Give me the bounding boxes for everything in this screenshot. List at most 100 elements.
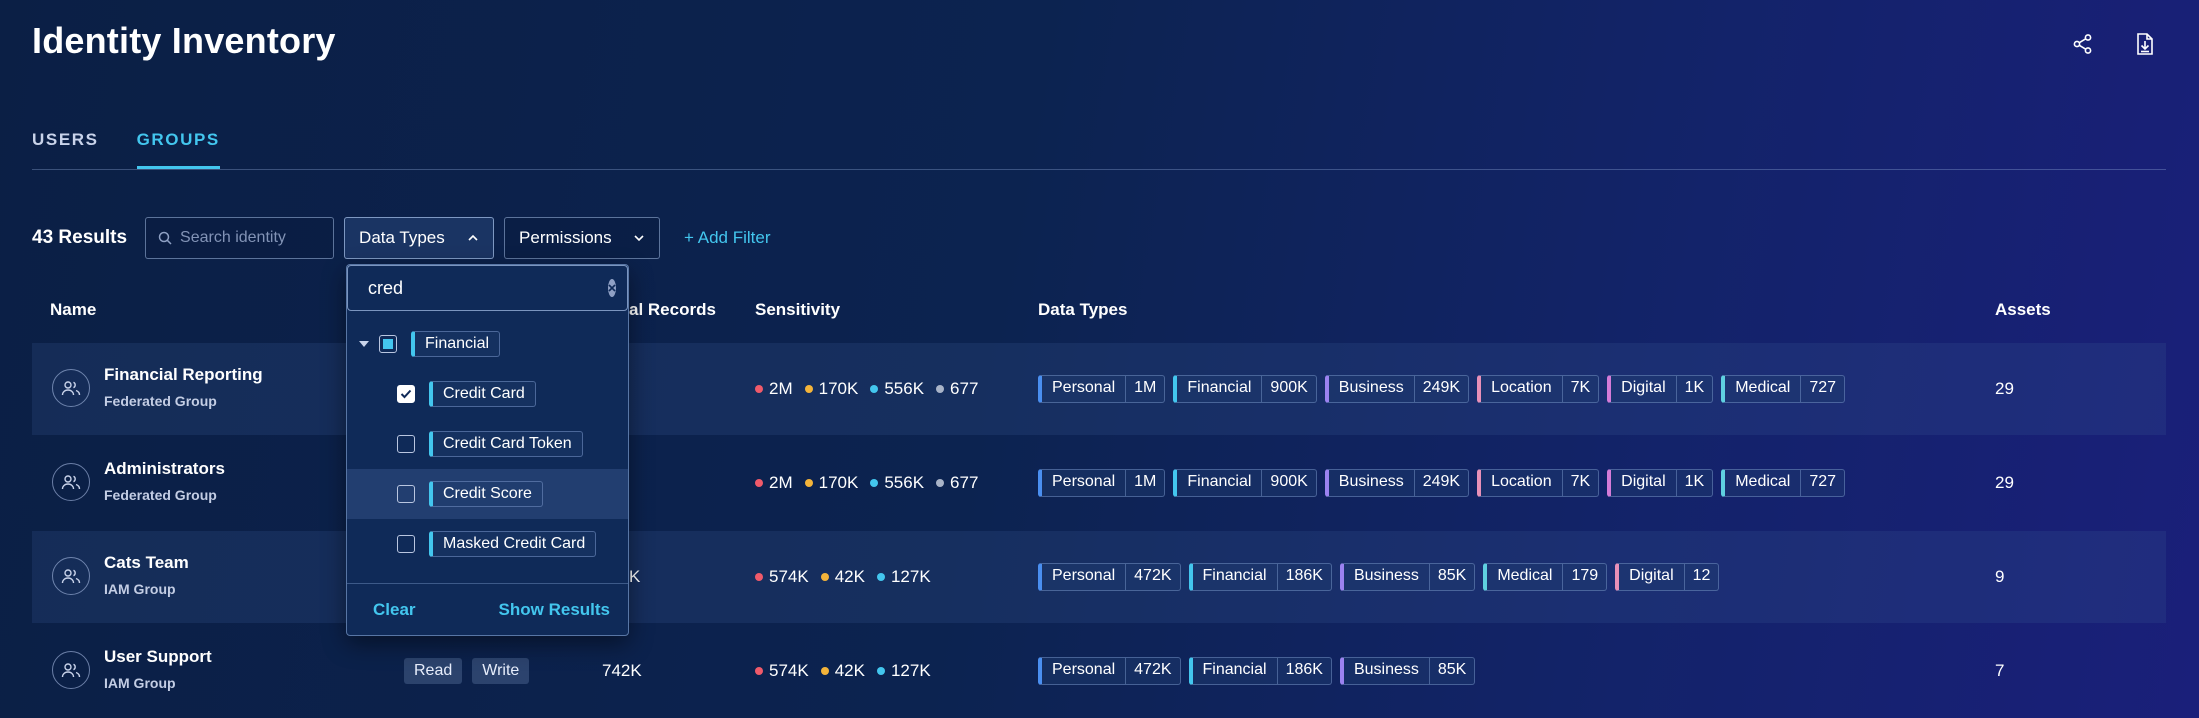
sensitivity-item: 556K: [870, 379, 924, 399]
page-title: Identity Inventory: [32, 20, 336, 61]
data-type-tag[interactable]: Digital 1K: [1607, 469, 1714, 497]
data-type-tag[interactable]: Business 85K: [1339, 563, 1476, 591]
sensitivity-dot-icon: [804, 479, 813, 487]
check-icon: [400, 389, 412, 399]
data-type-label: Digital: [1621, 379, 1666, 396]
data-type-label: Business: [1338, 379, 1404, 396]
data-type-tag[interactable]: Business 249K: [1324, 469, 1470, 497]
sensitivity-dot-icon: [755, 667, 763, 675]
sensitivity-item: 170K: [804, 473, 859, 493]
data-type-tag[interactable]: Personal 472K: [1038, 657, 1181, 685]
sensitivity-item: 2M: [755, 473, 793, 493]
data-type-tag[interactable]: Financial 186K: [1188, 657, 1332, 685]
total-records: K: [629, 567, 641, 586]
option-credit-card[interactable]: Credit Card: [347, 369, 628, 419]
data-type-tag[interactable]: Location 7K: [1477, 469, 1600, 497]
data-type-tag[interactable]: Business 85K: [1339, 657, 1476, 685]
sensitivity-item: 677: [936, 379, 978, 399]
data-type-tag[interactable]: Medical 727: [1721, 469, 1846, 497]
data-type-count: 85K: [1428, 658, 1474, 684]
panel-search-input[interactable]: [368, 277, 600, 299]
data-type-count: 186K: [1276, 564, 1331, 590]
group-name[interactable]: User Support: [104, 647, 212, 667]
data-type-tag[interactable]: Personal 1M: [1038, 375, 1166, 403]
option-masked-credit-card[interactable]: Masked Credit Card: [347, 519, 628, 569]
data-type-tag[interactable]: Personal 472K: [1038, 563, 1181, 591]
chevron-up-icon: [468, 234, 478, 241]
option-credit-score[interactable]: Credit Score: [347, 469, 628, 519]
sensitivity-dot-icon: [870, 385, 879, 393]
option-label: Masked Credit Card: [429, 531, 597, 557]
column-header-name[interactable]: Name: [50, 300, 96, 320]
sensitivity-item: 2M: [755, 379, 793, 399]
group-icon: [52, 369, 90, 407]
option-checkbox[interactable]: [397, 385, 415, 403]
sensitivity-item: 556K: [870, 473, 924, 493]
data-type-tags: Personal 1M Financial 900K Business 249K Locat…: [1038, 469, 1846, 497]
data-type-tag[interactable]: Business 249K: [1324, 375, 1470, 403]
sensitivity-value: 170K: [818, 473, 859, 492]
data-type-tag[interactable]: Medical 179: [1483, 563, 1608, 591]
data-type-tag[interactable]: Personal 1M: [1038, 469, 1166, 497]
clear-search-icon[interactable]: [608, 279, 616, 297]
option-label: Credit Card: [429, 381, 536, 407]
option-checkbox[interactable]: [397, 435, 415, 453]
option-checkbox[interactable]: [397, 535, 415, 553]
permissions-dropdown[interactable]: Permissions: [504, 217, 661, 259]
sensitivity-item: 42K: [820, 661, 865, 681]
panel-search-box[interactable]: [347, 265, 628, 311]
option-credit-card-token[interactable]: Credit Card Token: [347, 419, 628, 469]
data-type-label: Location: [1491, 379, 1552, 396]
data-type-count: 900K: [1261, 470, 1315, 496]
data-type-tag[interactable]: Financial 186K: [1188, 563, 1332, 591]
clear-button[interactable]: Clear: [373, 600, 416, 620]
data-type-tag[interactable]: Digital 1K: [1607, 375, 1714, 403]
add-filter-button[interactable]: + Add Filter: [684, 228, 770, 248]
option-group-financial[interactable]: Financial: [347, 319, 628, 369]
total-records: 742K: [602, 661, 642, 680]
group-icon: [52, 463, 90, 501]
column-header-data-types[interactable]: Data Types: [1038, 300, 1127, 320]
page: Identity Inventory USERS GROUPS 43 Resul…: [0, 0, 2199, 718]
data-types-dropdown[interactable]: Data Types: [344, 217, 495, 259]
option-checkbox[interactable]: [397, 485, 415, 503]
group-checkbox[interactable]: [379, 335, 397, 353]
data-type-tag[interactable]: Medical 727: [1721, 375, 1846, 403]
table-row[interactable]: User Support IAM Group Read Write 742K 574K 42…: [32, 625, 2166, 717]
data-type-label: Personal: [1052, 379, 1116, 396]
group-icon: [52, 557, 90, 595]
column-header-records[interactable]: al Records: [629, 300, 716, 320]
sensitivity-item: 127K: [876, 661, 931, 681]
data-type-count: 1K: [1675, 470, 1713, 496]
data-type-tag[interactable]: Digital 12: [1615, 563, 1720, 591]
group-type: Federated Group: [104, 487, 217, 503]
tab-users[interactable]: USERS: [32, 130, 99, 169]
search-input[interactable]: [180, 229, 321, 247]
data-type-label: Business: [1353, 567, 1419, 584]
filter-bar: 43 Results Data Types Permissions + Add …: [32, 217, 771, 259]
search-box[interactable]: [145, 217, 335, 259]
data-type-label: Digital: [1629, 567, 1674, 584]
data-type-count: 7K: [1561, 376, 1599, 402]
data-type-tags: Personal 472K Financial 186K Business 85K Medi…: [1038, 563, 1720, 591]
export-icon[interactable]: [2129, 28, 2161, 60]
sensitivity-item: 677: [936, 473, 978, 493]
data-type-count: 7K: [1561, 470, 1599, 496]
data-type-count: 472K: [1125, 658, 1179, 684]
group-name[interactable]: Cats Team: [104, 553, 189, 573]
data-type-count: 1M: [1125, 376, 1164, 402]
sensitivity-value: 170K: [818, 379, 859, 398]
sensitivity-dot-icon: [876, 667, 885, 675]
tab-groups[interactable]: GROUPS: [136, 130, 220, 169]
group-name[interactable]: Administrators: [104, 459, 225, 479]
sensitivity-dot-icon: [755, 573, 763, 581]
data-type-tag[interactable]: Location 7K: [1477, 375, 1600, 403]
data-type-tag[interactable]: Financial 900K: [1173, 469, 1317, 497]
column-header-assets[interactable]: Assets: [1995, 300, 2051, 320]
share-icon[interactable]: [2067, 28, 2099, 60]
group-name[interactable]: Financial Reporting: [104, 365, 263, 385]
show-results-button[interactable]: Show Results: [499, 600, 610, 620]
column-header-sensitivity[interactable]: Sensitivity: [755, 300, 840, 320]
collapse-caret-icon[interactable]: [359, 341, 369, 347]
data-type-tag[interactable]: Financial 900K: [1173, 375, 1317, 403]
